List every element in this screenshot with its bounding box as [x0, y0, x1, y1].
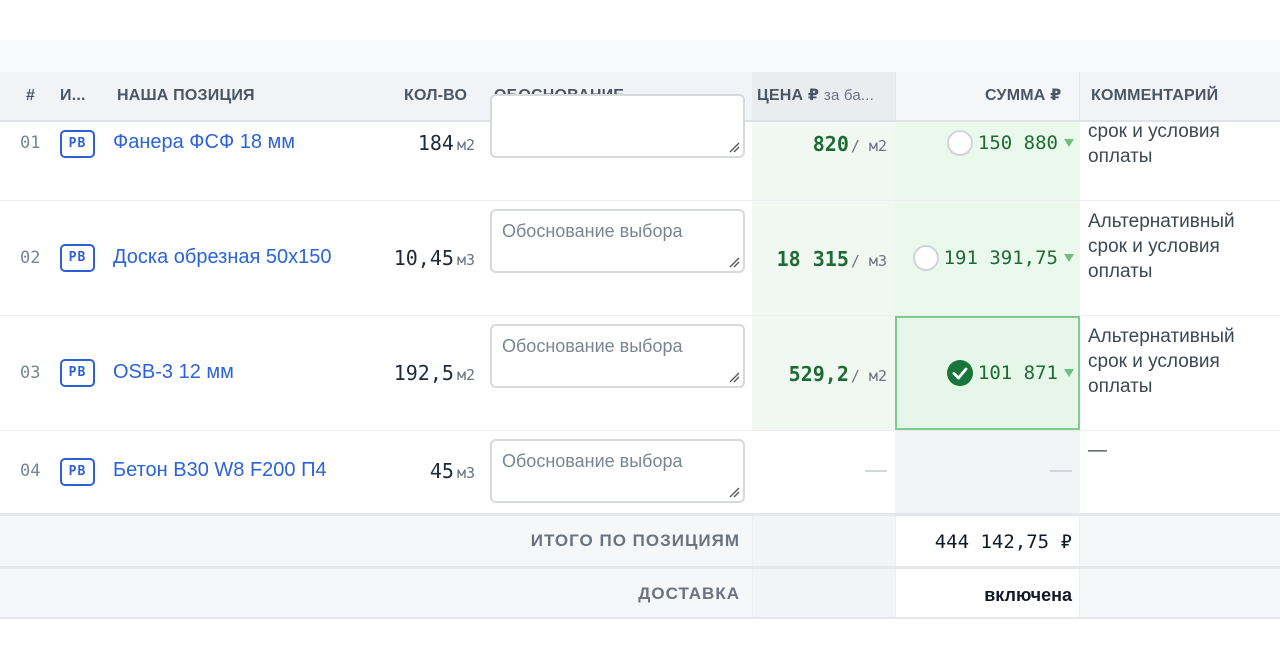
pb-badge[interactable]: PB — [60, 359, 95, 387]
select-radio[interactable] — [947, 130, 973, 156]
sum-cell[interactable] — [895, 431, 1080, 513]
quantity: 184 м2 — [418, 131, 475, 155]
reason-placeholder: Обоснование выбора — [502, 221, 683, 241]
header-qty[interactable]: КОЛ-ВО — [404, 72, 467, 120]
sum-dropdown-caret-icon[interactable] — [1064, 139, 1074, 147]
comment-line: Альтернативный — [1088, 326, 1235, 347]
delivery-row: ДОСТАВКА включена — [0, 566, 1280, 619]
position-name-link[interactable]: Фанера ФСФ 18 мм — [113, 131, 295, 154]
comment-line: оплаты — [1088, 261, 1153, 282]
header-sum[interactable]: СУММА ₽ — [985, 72, 1062, 120]
comment-line: срок и условия — [1088, 121, 1220, 142]
header-icon-col[interactable]: И... — [60, 72, 90, 120]
unit-price-unit: / м2 — [850, 137, 887, 155]
header-price[interactable]: ЦЕНА ₽ за ба... — [757, 72, 887, 120]
reason-textarea[interactable]: Обоснование выбора — [490, 439, 745, 503]
quantity-unit: м3 — [456, 251, 475, 269]
resize-grip-icon[interactable] — [728, 256, 740, 268]
unit-price: 820/ м2 — [813, 132, 887, 156]
resize-grip-icon[interactable] — [728, 371, 740, 383]
header-price-label: ЦЕНА ₽ — [757, 87, 820, 104]
comment: Альтернативный срок и условия оплаты — [1088, 324, 1273, 399]
comment-line: оплаты — [1088, 146, 1153, 167]
row-sum: 191 391,75 — [943, 247, 1058, 269]
reason-textarea[interactable] — [490, 94, 745, 158]
position-name-link[interactable]: Бетон В30 W8 F200 П4 — [113, 459, 327, 482]
table-row: 04 PB Бетон В30 W8 F200 П4 45 м3 Обоснова… — [0, 431, 1280, 513]
quantity-unit: м3 — [456, 464, 475, 482]
unit-price-unit: / м2 — [850, 367, 887, 385]
totals-row: ИТОГО ПО ПОЗИЦИЯМ 444 142,75 ₽ — [0, 513, 1280, 566]
comment-line: срок и условия — [1088, 351, 1220, 372]
quantity: 10,45 м3 — [394, 246, 475, 270]
reason-textarea[interactable]: Обоснование выбора — [490, 324, 745, 388]
table-row: 01 PB Фанера ФСФ 18 мм 184 м2 820/ м2 150… — [0, 94, 1280, 201]
quantity: 192,5 м2 — [394, 361, 475, 385]
price-cell — [752, 431, 895, 513]
pb-badge[interactable]: PB — [60, 458, 95, 486]
pb-badge[interactable]: PB — [60, 244, 95, 272]
empty-price-dash — [865, 470, 887, 472]
delivery-value: включена — [984, 585, 1072, 605]
selected-check-icon[interactable] — [947, 360, 973, 386]
quantity-value: 45 — [429, 459, 454, 483]
comment-line: — — [1088, 440, 1107, 461]
header-price-sub: за ба... — [823, 87, 874, 104]
reason-placeholder: Обоснование выбора — [502, 451, 683, 471]
header-comment[interactable]: КОММЕНТАРИЙ — [1091, 72, 1218, 120]
unit-price-value: 820 — [812, 132, 849, 156]
totals-label: ИТОГО ПО ПОЗИЦИЯМ — [530, 531, 740, 550]
row-sum: 101 871 — [977, 362, 1058, 384]
row-sum: 150 880 — [977, 132, 1058, 154]
delivery-price-cell — [752, 569, 895, 617]
totals-value: 444 142,75 ₽ — [934, 531, 1072, 553]
table-row: 02 PB Доска обрезная 50х150 10,45 м3 Обос… — [0, 201, 1280, 316]
table-row: 03 PB OSB-3 12 мм 192,5 м2 Обоснование вы… — [0, 316, 1280, 431]
unit-price: 529,2/ м2 — [789, 362, 887, 386]
unit-price: 18 315/ м3 — [777, 247, 887, 271]
empty-sum-dash — [1050, 470, 1072, 472]
row-number: 02 — [20, 248, 41, 268]
reason-textarea[interactable]: Обоснование выбора — [490, 209, 745, 273]
comment: — — [1088, 438, 1273, 463]
header-num: # — [26, 87, 36, 104]
position-name-link[interactable]: OSB-3 12 мм — [113, 361, 234, 384]
comment-line: срок и условия — [1088, 236, 1220, 257]
position-name-link[interactable]: Доска обрезная 50х150 — [113, 246, 332, 269]
resize-grip-icon[interactable] — [728, 141, 740, 153]
sum-dropdown-caret-icon[interactable] — [1064, 254, 1074, 262]
comment-line: оплаты — [1088, 376, 1153, 397]
comment: срок и условия оплаты — [1088, 119, 1273, 169]
quantity: 45 м3 — [430, 459, 475, 483]
top-band — [0, 40, 1280, 72]
comment: Альтернативный срок и условия оплаты — [1088, 209, 1273, 284]
row-number: 01 — [20, 133, 41, 153]
select-radio[interactable] — [913, 245, 939, 271]
quantity-value: 184 — [417, 131, 454, 155]
header-position[interactable]: НАША ПОЗИЦИЯ — [117, 72, 255, 120]
delivery-label: ДОСТАВКА — [638, 584, 740, 603]
unit-price-value: 18 315 — [776, 247, 849, 271]
unit-price-value: 529,2 — [788, 362, 849, 386]
reason-placeholder: Обоснование выбора — [502, 336, 683, 356]
totals-price-cell — [752, 516, 895, 566]
comment-line: Альтернативный — [1088, 211, 1235, 232]
pb-badge[interactable]: PB — [60, 130, 95, 158]
sum-dropdown-caret-icon[interactable] — [1064, 369, 1074, 377]
row-number: 04 — [20, 461, 41, 481]
quantity-value: 192,5 — [393, 361, 454, 385]
resize-grip-icon[interactable] — [728, 486, 740, 498]
unit-price-unit: / м3 — [850, 252, 887, 270]
quantity-unit: м2 — [456, 136, 475, 154]
quantity-value: 10,45 — [393, 246, 454, 270]
quantity-unit: м2 — [456, 366, 475, 384]
row-number: 03 — [20, 363, 41, 383]
